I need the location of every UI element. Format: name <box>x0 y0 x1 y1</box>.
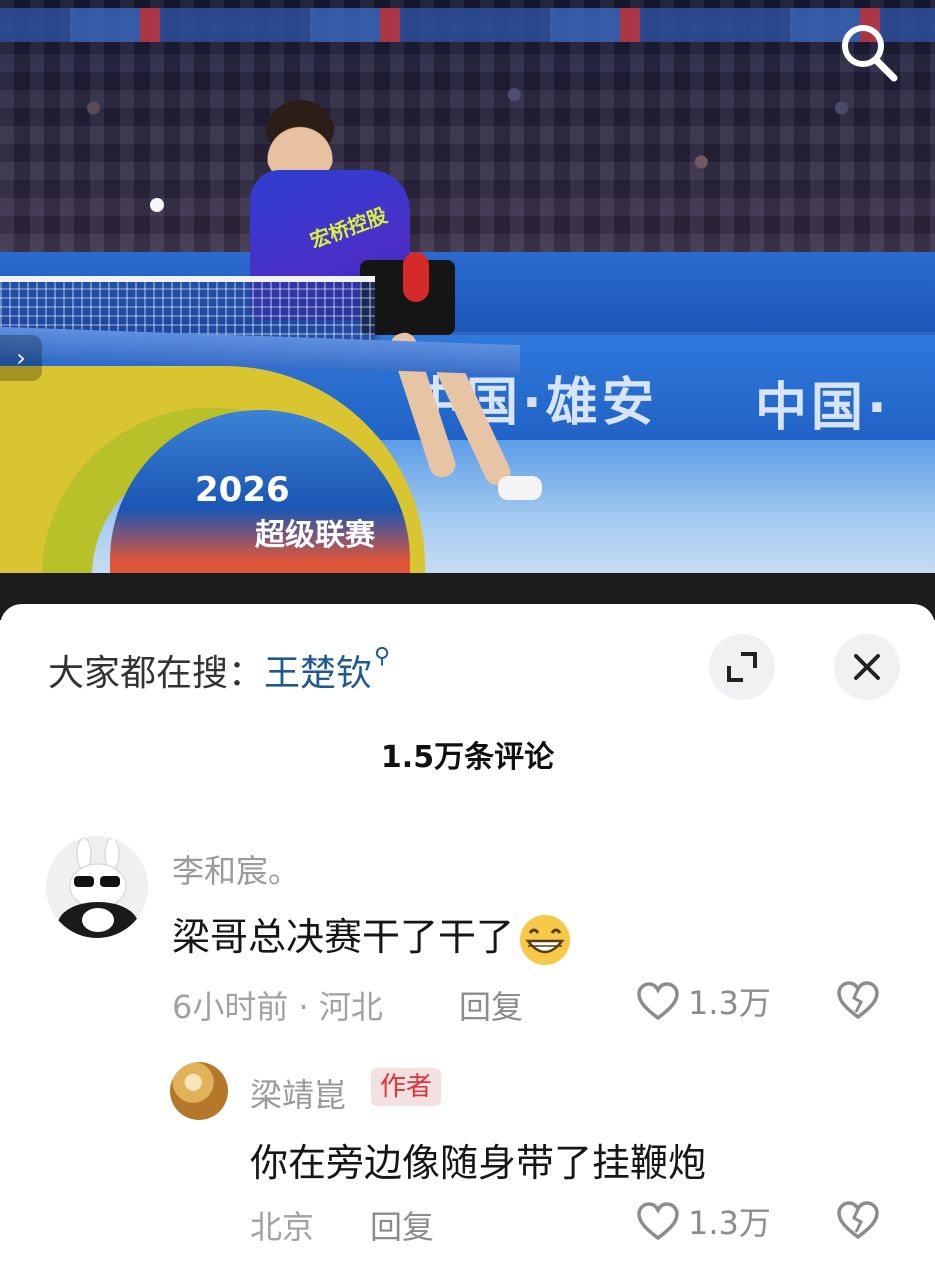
grinning-face-emoji <box>520 914 571 965</box>
search-icon <box>842 25 898 82</box>
avatar-image <box>46 836 148 938</box>
heart-icon <box>637 1202 679 1241</box>
table-event-name: 超级联赛 <box>255 518 375 553</box>
reply-button[interactable]: 回复 <box>459 982 523 1028</box>
comment-time-location: 6小时前 · 河北 <box>172 988 383 1026</box>
left-arrow-icon[interactable]: › <box>0 335 42 381</box>
comment-text: 梁哥总决赛干了干了 <box>172 906 572 967</box>
like-count: 1.3万 <box>688 1204 771 1242</box>
like-button[interactable]: 1.3万 <box>636 978 771 1024</box>
trending-search[interactable]: 大家都在搜：王楚钦⚲ <box>48 644 390 696</box>
reply-location: 北京 <box>250 1208 315 1246</box>
comment-sheet: 大家都在搜：王楚钦⚲ 1.5万条评论 李和宸。 梁哥总决赛干了干了 6小时前 ·… <box>0 604 935 1272</box>
paddle <box>403 252 429 302</box>
reply-button[interactable]: 回复 <box>370 1202 434 1248</box>
search-button[interactable] <box>832 16 904 88</box>
arena-banner <box>0 8 935 42</box>
reply-text: 你在旁边像随身带了挂鞭炮 <box>250 1141 707 1185</box>
player-shoe <box>498 476 542 500</box>
ad-board-text-2: 中国· <box>755 378 891 438</box>
broken-heart-icon <box>837 1201 879 1240</box>
trending-prefix: 大家都在搜： <box>48 653 265 694</box>
broken-heart-icon <box>837 981 879 1020</box>
author-badge: 作者 <box>371 1068 442 1106</box>
comment-count: 1.5万条评论 <box>380 740 555 775</box>
post-photo: 中国·雄安 中国· 宏桥控股 2026 超级联赛 › <box>0 0 935 620</box>
like-button[interactable]: 1.3万 <box>636 1198 771 1244</box>
close-button[interactable] <box>834 634 900 700</box>
comment-author[interactable]: 李和宸。 <box>172 846 300 892</box>
dislike-button[interactable] <box>836 1200 880 1244</box>
like-count: 1.3万 <box>688 984 771 1022</box>
comment-text-content: 梁哥总决赛干了干了 <box>172 915 515 959</box>
expand-button[interactable] <box>709 634 775 700</box>
reply-author[interactable]: 梁靖崑 <box>250 1070 346 1116</box>
search-icon: ⚲ <box>374 644 391 669</box>
expand-icon <box>727 652 757 682</box>
ball <box>150 198 164 212</box>
avatar[interactable] <box>46 836 148 938</box>
heart-icon <box>637 982 679 1021</box>
dislike-button[interactable] <box>836 980 880 1024</box>
table-brand-year: 2026 <box>195 470 290 510</box>
trending-keyword[interactable]: 王楚钦 <box>264 653 372 694</box>
avatar[interactable] <box>170 1062 228 1120</box>
close-icon <box>854 654 880 680</box>
